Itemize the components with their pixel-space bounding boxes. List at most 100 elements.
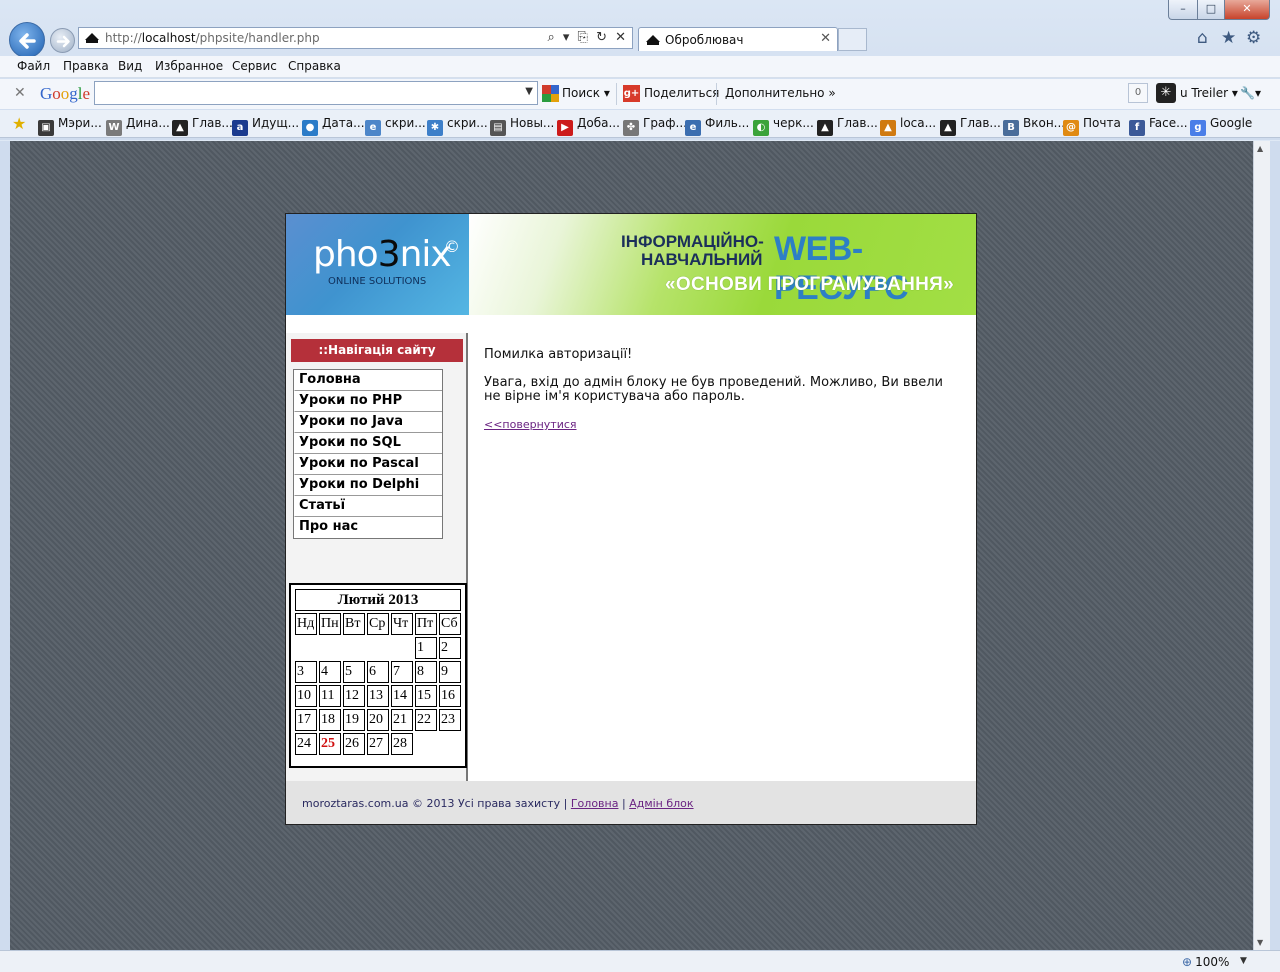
forward-button[interactable] — [50, 28, 75, 53]
footer-admin-link[interactable]: Адмін блок — [629, 797, 693, 810]
favorite-favicon-icon: g — [1190, 120, 1206, 136]
close-window-button[interactable]: ✕ — [1224, 0, 1270, 20]
maximize-button[interactable]: □ — [1197, 0, 1225, 20]
nav-item-about[interactable]: Про нас — [294, 517, 442, 538]
calendar-weekday: Вт — [343, 613, 365, 635]
calendar-day: 20 — [367, 709, 389, 731]
toolbar-separator — [716, 83, 717, 105]
nav-list: Головна Уроки по PHP Уроки по Java Уроки… — [293, 369, 443, 539]
google-search-input[interactable]: ▼ — [94, 81, 538, 105]
zoom-control[interactable]: ⊕ 100% — [1182, 955, 1229, 969]
favorite-item[interactable]: ▲ loca... — [880, 116, 936, 136]
favorite-label: Мэри... — [58, 116, 102, 130]
zoom-icon: ⊕ — [1182, 955, 1193, 969]
chevron-down-icon[interactable]: ▼ — [525, 86, 533, 97]
favorite-label: Глав... — [960, 116, 1001, 130]
tab-favicon-icon — [646, 35, 660, 45]
share-button[interactable]: Поделиться — [644, 86, 719, 100]
favorite-item[interactable]: ▲ Глав... — [172, 116, 233, 136]
calendar-empty-cell — [439, 733, 461, 755]
calendar-day: 12 — [343, 685, 365, 707]
nav-item-sql[interactable]: Уроки по SQL — [294, 433, 442, 454]
favorite-label: Почта — [1083, 116, 1121, 130]
tab-close-icon[interactable]: ✕ — [820, 31, 831, 46]
favorite-label: скри... — [447, 116, 488, 130]
footer-home-link[interactable]: Головна — [571, 797, 619, 810]
treiler-icon: ✳ — [1156, 83, 1176, 103]
menu-favorites[interactable]: Избранное — [155, 59, 223, 73]
favorite-item[interactable]: ▶ Доба... — [557, 116, 620, 136]
more-button[interactable]: Дополнительно » — [725, 86, 836, 100]
favorite-favicon-icon: ▤ — [490, 120, 506, 136]
favorite-favicon-icon: ▶ — [557, 120, 573, 136]
favorite-favicon-icon: e — [365, 120, 381, 136]
favorite-item[interactable]: e Филь... — [685, 116, 749, 136]
site-logo-block[interactable]: pho3nix © ONLINE SOLUTIONS — [286, 214, 469, 315]
favorite-item[interactable]: ▲ Глав... — [940, 116, 1001, 136]
toolbar-close-icon[interactable]: ✕ — [14, 85, 26, 101]
calendar-day: 3 — [295, 661, 317, 683]
favorite-item[interactable]: a Идущ... — [232, 116, 299, 136]
nav-item-articles[interactable]: Статьї — [294, 496, 442, 517]
gear-icon[interactable]: ⚙ — [1246, 28, 1261, 48]
address-bar[interactable]: http://localhost/phpsite/handler.php ⌕ ▾… — [78, 27, 633, 49]
menu-bar: Файл Правка Вид Избранное Сервис Справка — [0, 56, 1280, 78]
favorites-star-icon[interactable]: ★ — [1221, 28, 1236, 48]
back-link[interactable]: <<повернутися — [484, 418, 577, 431]
favorite-favicon-icon: ◐ — [753, 120, 769, 136]
status-bar: ⊕ 100% ▼ — [0, 950, 1280, 972]
favorite-label: Идущ... — [252, 116, 300, 130]
nav-title: ::Навігація сайту — [291, 339, 463, 362]
favorite-item[interactable]: g Google — [1190, 116, 1252, 136]
favorite-label: Филь... — [705, 116, 750, 130]
favorite-favicon-icon: ▣ — [38, 120, 54, 136]
nav-item-home[interactable]: Головна — [294, 370, 442, 391]
favorite-label: Google — [1210, 116, 1253, 130]
favorite-item[interactable]: f Face... — [1129, 116, 1188, 136]
tab-active[interactable]: Оброблювач ✕ — [638, 27, 838, 51]
scroll-down-icon[interactable]: ▼ — [1257, 938, 1263, 947]
menu-tools[interactable]: Сервис — [232, 59, 277, 73]
calendar-empty-cell — [343, 637, 365, 659]
new-tab-button[interactable] — [838, 28, 867, 51]
favorite-item[interactable]: ✤ Граф... — [623, 116, 687, 136]
user-menu-button[interactable]: u Treiler ▾ — [1180, 86, 1238, 100]
vertical-scrollbar[interactable]: ▲ ▼ — [1253, 141, 1270, 950]
favorite-favicon-icon: ▲ — [817, 120, 833, 136]
menu-view[interactable]: Вид — [118, 59, 142, 73]
calendar-day: 1 — [415, 637, 437, 659]
favorite-label: Дина... — [126, 116, 170, 130]
favorite-item[interactable]: e скри... — [365, 116, 426, 136]
calendar-weekday: Сб — [439, 613, 461, 635]
favorite-item[interactable]: W Дина... — [106, 116, 170, 136]
favorite-item[interactable]: ▤ Новы... — [490, 116, 554, 136]
favorite-item[interactable]: ✱ скри... — [427, 116, 488, 136]
favorite-item[interactable]: ◐ черк... — [753, 116, 814, 136]
google-search-button[interactable]: Поиск ▾ — [562, 86, 610, 100]
nav-item-php[interactable]: Уроки по PHP — [294, 391, 442, 412]
favorite-item[interactable]: B Вкон... — [1003, 116, 1065, 136]
favorite-favicon-icon: ▲ — [880, 120, 896, 136]
minimize-button[interactable]: – — [1168, 0, 1198, 20]
favorite-item[interactable]: @ Почта — [1063, 116, 1121, 136]
menu-edit[interactable]: Правка — [63, 59, 109, 73]
scroll-up-icon[interactable]: ▲ — [1257, 144, 1263, 153]
calendar-empty-cell — [295, 637, 317, 659]
address-tools-icons[interactable]: ⌕ ▾ ⎘ ↻ ✕ — [547, 30, 628, 45]
calendar-day: 21 — [391, 709, 413, 731]
wrench-icon[interactable]: 🔧▾ — [1240, 86, 1261, 100]
calendar-weekday: Ср — [367, 613, 389, 635]
nav-item-java[interactable]: Уроки по Java — [294, 412, 442, 433]
nav-item-delphi[interactable]: Уроки по Delphi — [294, 475, 442, 496]
error-message: Увага, вхід до адмін блоку не був провед… — [484, 375, 943, 404]
chevron-down-icon[interactable]: ▼ — [1240, 956, 1247, 966]
menu-file[interactable]: Файл — [17, 59, 50, 73]
home-icon[interactable]: ⌂ — [1197, 28, 1208, 48]
add-favorite-star-icon[interactable]: ★ — [12, 114, 26, 133]
back-button[interactable] — [9, 22, 45, 58]
favorite-item[interactable]: ▲ Глав... — [817, 116, 878, 136]
nav-item-pascal[interactable]: Уроки по Pascal — [294, 454, 442, 475]
favorite-item[interactable]: ▣ Мэри... — [38, 116, 102, 136]
menu-help[interactable]: Справка — [288, 59, 341, 73]
favorite-item[interactable]: ● Дата... — [302, 116, 365, 136]
